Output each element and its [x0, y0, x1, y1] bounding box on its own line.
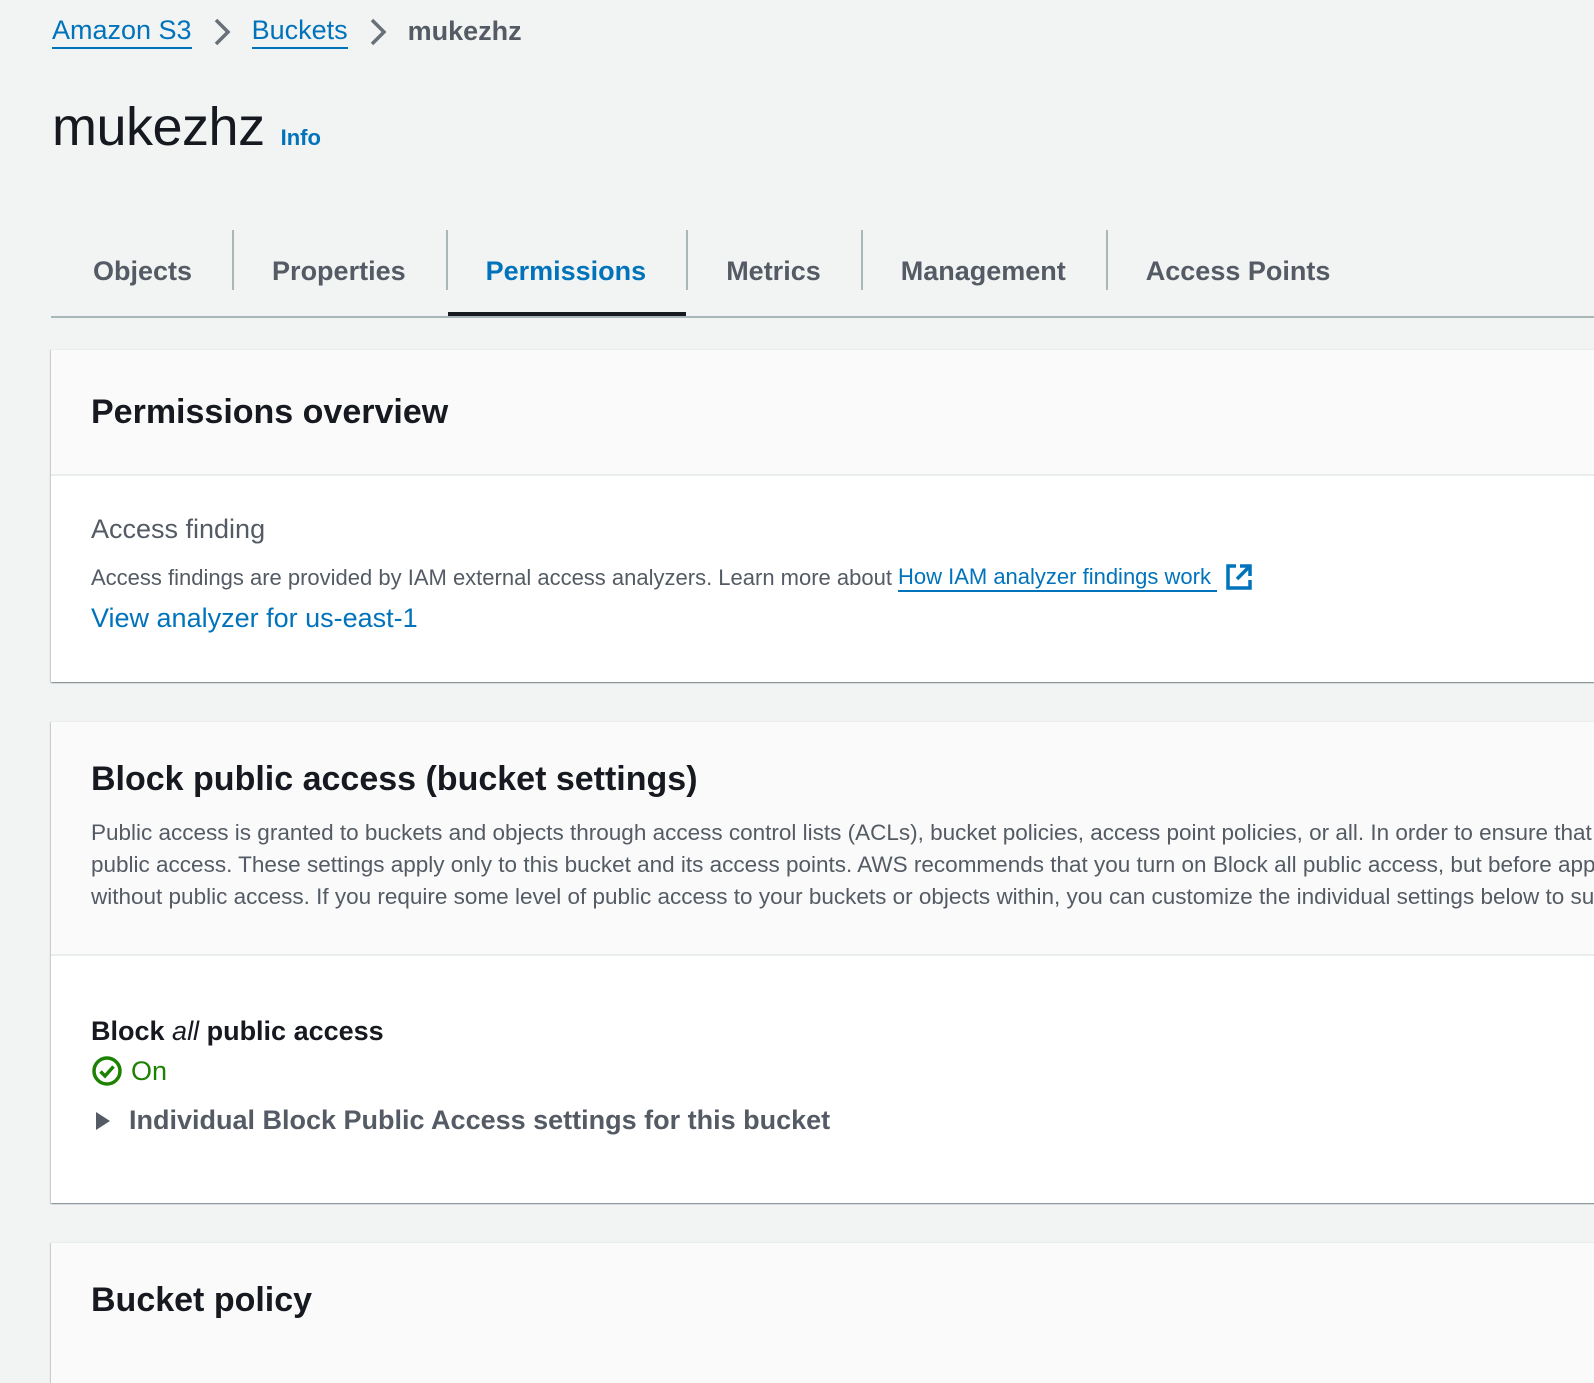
label-prefix: Block — [91, 1016, 165, 1046]
chevron-right-icon — [358, 16, 398, 48]
page-header: mukezhz Info — [52, 96, 321, 158]
panel-title: Block public access (bucket settings) — [91, 760, 698, 798]
block-all-public-access-label: Block all public access — [91, 1016, 1556, 1047]
panel-title: Permissions overview — [91, 392, 449, 431]
status-indicator: On — [91, 1055, 1556, 1087]
breadcrumb-link-buckets[interactable]: Buckets — [251, 14, 348, 49]
block-public-access-panel: Block public access (bucket settings) Pu… — [51, 721, 1594, 1203]
tab-label: Properties — [272, 255, 406, 286]
page-title: mukezhz — [52, 97, 265, 157]
how-iam-analyzer-findings-work-link[interactable]: How IAM analyzer findings work — [897, 564, 1218, 592]
link-text: How IAM analyzer findings work — [897, 564, 1211, 589]
breadcrumb: Amazon S3 Buckets mukezhz — [52, 14, 522, 49]
external-link-icon — [1225, 563, 1253, 597]
chevron-right-icon — [202, 16, 242, 48]
panel-header: Permissions overview — [51, 350, 1594, 476]
tab-label: Management — [900, 255, 1066, 286]
access-finding-label: Access finding — [91, 514, 266, 544]
label-emphasis: all — [172, 1016, 200, 1046]
description-line: public access. These settings apply only… — [91, 852, 1594, 877]
tab-permissions[interactable]: Permissions — [445, 228, 687, 316]
panel-description: Public access is granted to buckets and … — [91, 817, 1594, 913]
tab-label: Metrics — [726, 255, 821, 286]
description-line: Public access is granted to buckets and … — [91, 820, 1594, 845]
tab-access-points[interactable]: Access Points — [1105, 228, 1371, 314]
tab-objects[interactable]: Objects — [51, 228, 232, 314]
permissions-overview-panel: Permissions overview Access finding Acce… — [51, 349, 1594, 682]
label-suffix: public access — [206, 1016, 384, 1046]
panel-header: Block public access (bucket settings) Pu… — [51, 722, 1594, 956]
access-finding-description: Access findings are provided by IAM exte… — [91, 563, 1556, 593]
individual-settings-expander[interactable]: Individual Block Public Access settings … — [91, 1105, 1556, 1136]
info-link[interactable]: Info — [281, 125, 321, 151]
description-line: without public access. If you require so… — [91, 884, 1594, 909]
panel-title: Bucket policy — [91, 1281, 313, 1319]
panel-body: Access finding Access findings are provi… — [51, 514, 1594, 634]
check-circle-icon — [92, 1056, 122, 1086]
caret-right-icon — [96, 1111, 110, 1130]
tab-label: Access Points — [1145, 255, 1331, 286]
tab-management[interactable]: Management — [860, 228, 1106, 314]
panel-header: Bucket policy — [51, 1243, 1594, 1383]
tab-label: Permissions — [485, 255, 647, 286]
tab-bar: Objects Properties Permissions Metrics M… — [51, 228, 1594, 318]
status-text: On — [131, 1055, 168, 1086]
tab-properties[interactable]: Properties — [232, 228, 446, 314]
breadcrumb-link-amazon-s3[interactable]: Amazon S3 — [52, 14, 192, 49]
tab-label: Objects — [93, 255, 193, 286]
breadcrumb-current: mukezhz — [407, 16, 522, 46]
tab-metrics[interactable]: Metrics — [686, 228, 861, 314]
panel-body: Block all public access On Individual Bl… — [51, 1016, 1594, 1136]
view-analyzer-link[interactable]: View analyzer for us-east-1 — [91, 603, 418, 634]
description-text: Access findings are provided by IAM exte… — [91, 565, 892, 590]
expander-label: Individual Block Public Access settings … — [129, 1105, 831, 1135]
bucket-policy-panel: Bucket policy — [51, 1242, 1594, 1383]
